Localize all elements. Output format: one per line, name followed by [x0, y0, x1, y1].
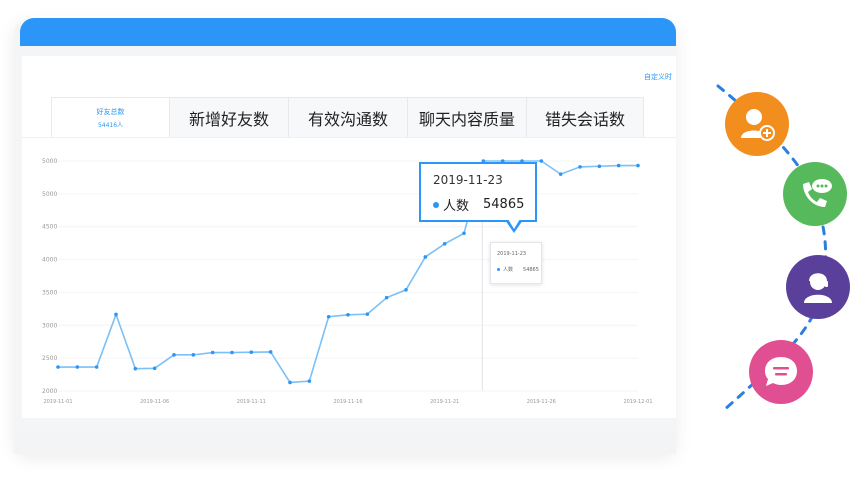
- data-point[interactable]: [210, 350, 215, 355]
- x-tick-label: 2019-11-01: [43, 399, 72, 405]
- data-point[interactable]: [191, 353, 196, 357]
- y-tick-label: 3500: [42, 289, 57, 296]
- y-tick-label: 5000: [42, 158, 57, 165]
- x-tick-label: 2019-11-06: [140, 399, 169, 405]
- data-point[interactable]: [114, 312, 118, 317]
- x-tick-label: 2019-11-26: [527, 399, 556, 405]
- y-tick-label: 2000: [42, 388, 57, 395]
- data-point[interactable]: [423, 255, 428, 259]
- data-point[interactable]: [268, 350, 273, 354]
- series-dot-icon: [497, 268, 500, 271]
- data-point[interactable]: [442, 242, 447, 246]
- callout-pointer-fill: [508, 219, 520, 229]
- data-point[interactable]: [365, 312, 370, 316]
- data-point[interactable]: [578, 165, 582, 169]
- data-point[interactable]: [230, 350, 234, 355]
- data-point[interactable]: [326, 314, 331, 319]
- data-point[interactable]: [597, 164, 602, 169]
- data-point[interactable]: [75, 365, 80, 369]
- data-point[interactable]: [56, 365, 60, 369]
- data-point[interactable]: [558, 172, 563, 176]
- tooltip-date: 2019-11-23: [497, 251, 527, 257]
- data-point[interactable]: [346, 312, 350, 317]
- data-point[interactable]: [404, 288, 408, 292]
- data-point[interactable]: [133, 366, 138, 371]
- phone-chat-icon: [783, 162, 847, 226]
- callout-tooltip: 2019-11-23 人数 54865: [419, 162, 537, 222]
- y-tick-label: 4500: [42, 224, 57, 231]
- y-tick-label: 3000: [42, 322, 57, 329]
- callout-date: 2019-11-23: [433, 173, 503, 187]
- data-point[interactable]: [636, 163, 640, 168]
- data-point[interactable]: [384, 295, 389, 300]
- x-tick-label: 2019-11-21: [430, 399, 459, 405]
- tooltip-series: 人数: [503, 267, 514, 273]
- x-tick-label: 2019-11-11: [237, 399, 266, 405]
- data-point[interactable]: [288, 380, 292, 385]
- line-chart: 5000 5000 4500 4000 3500 3000 2500 2000 2019-11-…: [42, 158, 653, 405]
- data-point[interactable]: [539, 159, 544, 163]
- y-tick-label: 5000: [42, 191, 57, 198]
- y-tick-label: 4000: [42, 257, 57, 264]
- data-point[interactable]: [152, 366, 157, 371]
- callout-value: 54865: [483, 197, 525, 212]
- data-point[interactable]: [249, 350, 254, 355]
- message-icon: [749, 340, 813, 404]
- callout-series: 人数: [443, 199, 470, 214]
- data-point[interactable]: [94, 365, 99, 369]
- customer-service-icon: [786, 255, 850, 319]
- x-tick-label: 2019-11-16: [333, 399, 362, 405]
- tooltip-value: 54865: [523, 266, 539, 273]
- data-point[interactable]: [307, 379, 312, 383]
- x-tick-label: 2019-12-01: [623, 399, 652, 405]
- data-point[interactable]: [172, 353, 176, 357]
- add-user-icon: [725, 92, 789, 156]
- chart-hover-tooltip: 2019-11-23 人数 54865: [490, 242, 542, 284]
- series-dot-icon: [433, 201, 439, 208]
- data-point[interactable]: [616, 163, 621, 168]
- data-point[interactable]: [462, 231, 466, 236]
- y-tick-label: 2500: [42, 355, 57, 362]
